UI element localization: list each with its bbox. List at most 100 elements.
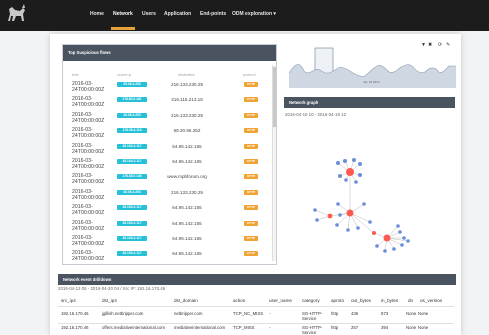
flow-protocol: HTTP bbox=[244, 97, 258, 103]
logo-icon[interactable] bbox=[5, 2, 27, 26]
flow-protocol: HTTP bbox=[244, 143, 258, 149]
flow-time-line: 24T00:00:00Z bbox=[72, 241, 105, 247]
flow-source-ip[interactable]: 45.104.2.117 bbox=[117, 251, 147, 257]
flow-time: 2016-03- 24T00:00:00Z bbox=[72, 143, 104, 155]
flow-source-ip[interactable]: 178.38.4.116 bbox=[117, 128, 147, 134]
flow-protocol: HTTP bbox=[244, 236, 258, 241]
flow-source-ip[interactable]: 45.104.2.117 bbox=[117, 159, 147, 164]
dd-action: TCP_MISS bbox=[233, 325, 255, 330]
nav-home[interactable]: Home bbox=[90, 11, 104, 17]
flow-destination: 69.20.56.252 bbox=[173, 128, 201, 134]
dd-user-name: - bbox=[269, 325, 271, 330]
dd-col-src-ip4[interactable]: src_ip4 bbox=[61, 298, 76, 303]
dd-dst-ip4: jgillish.netbripper.com bbox=[102, 311, 144, 316]
flow-source-ip[interactable]: 178.38.0.146 bbox=[117, 174, 147, 180]
timeline-tick-label: Jan 18 2016 bbox=[363, 80, 380, 84]
flow-time-line: 24T00:00:00Z bbox=[72, 256, 105, 263]
top-nav: Home Network Users Application End-point… bbox=[0, 0, 489, 31]
dd-dn: None bbox=[406, 325, 417, 330]
col-source-ip: source ip bbox=[117, 73, 132, 77]
dd-out-bytes: 257 bbox=[351, 325, 359, 330]
flow-destination: 64.95.142.165 bbox=[172, 251, 202, 257]
graph-date-range: 2016-04-10 10 - 2016-04-19 12 bbox=[285, 112, 347, 117]
flow-time-line: 24T00:00:00Z bbox=[72, 133, 105, 140]
nav-application[interactable]: Application bbox=[164, 11, 191, 17]
flow-source-ip[interactable]: 45.36.4.253 bbox=[117, 112, 147, 118]
flow-time-line: 24T00:00:00Z bbox=[72, 225, 105, 232]
dd-src-ip4: 192.16.170.46 bbox=[61, 311, 89, 316]
flow-time-line: 24T00:00:00Z bbox=[72, 87, 105, 93]
dd-user-name: - bbox=[269, 311, 271, 316]
dd-col-dn[interactable]: dn bbox=[408, 298, 413, 303]
dd-src-ip4: 192.16.170.46 bbox=[61, 325, 89, 330]
drilldown-subtitle: 2016-04-13 05 - 2016-04-20 04 / Src IP: … bbox=[58, 286, 166, 291]
flow-destination: 216.133.230.29 bbox=[171, 82, 203, 87]
dd-dst-ip4: offers.mediativeinternational.com bbox=[102, 325, 165, 330]
flows-scrollbar[interactable] bbox=[272, 65, 276, 261]
flow-source-ip[interactable]: 45.104.2.117 bbox=[117, 220, 147, 226]
flow-source-ip[interactable]: 45.104.2.117 bbox=[117, 236, 147, 241]
flow-protocol: HTTP bbox=[244, 174, 258, 180]
flow-time-line: 24T00:00:00Z bbox=[72, 210, 105, 217]
dd-col-user-name[interactable]: user_name bbox=[269, 298, 292, 303]
flow-time-line: 24T00:00:00Z bbox=[72, 164, 105, 170]
flow-destination: 216.133.230.29 bbox=[171, 112, 203, 118]
timeline-chart[interactable]: Jan 18 2016 bbox=[289, 46, 456, 88]
dd-in-bytes: 394 bbox=[381, 325, 389, 330]
flow-protocol: HTTP bbox=[244, 220, 258, 226]
dd-in-bytes: 573 bbox=[381, 311, 389, 316]
flow-source-ip[interactable]: 45.36.4.253 bbox=[117, 189, 147, 195]
active-tab-indicator bbox=[111, 27, 135, 30]
dd-aproto: http bbox=[331, 311, 339, 316]
flow-protocol: HTTP bbox=[244, 112, 258, 118]
flow-time: 2016-03- 24T00:00:00Z bbox=[72, 127, 104, 139]
flow-source-ip[interactable]: 45.36.4.253 bbox=[117, 82, 147, 87]
nav-odm-exploration[interactable]: ODM exploration ▾ bbox=[232, 11, 276, 17]
flow-time: 2016-03- 24T00:00:00Z bbox=[72, 204, 104, 216]
flow-destination: 64.95.142.165 bbox=[172, 236, 202, 241]
flow-time-line: 24T00:00:00Z bbox=[72, 117, 105, 124]
dd-col-category[interactable]: category bbox=[302, 298, 320, 303]
flow-destination: 64.95.142.165 bbox=[172, 159, 202, 164]
flow-source-ip[interactable]: 178.80.0.161 bbox=[117, 97, 147, 103]
dd-category: SG-HTTP- Service bbox=[302, 325, 323, 335]
dd-out-bytes: 436 bbox=[351, 311, 359, 316]
dd-row-divider bbox=[58, 323, 454, 324]
dd-col-action[interactable]: action bbox=[233, 298, 245, 303]
dd-action: TCP_NC_MISS bbox=[233, 311, 264, 316]
flows-title: Top Suspicious flows bbox=[63, 45, 276, 61]
flow-time-line: 24T00:00:00Z bbox=[72, 148, 105, 155]
flow-destination: 64.95.142.165 bbox=[172, 205, 202, 211]
flow-time: 2016-03- 24T00:00:00Z bbox=[72, 96, 104, 108]
flow-protocol: HTTP bbox=[244, 251, 258, 257]
nav-end-points[interactable]: End-points bbox=[200, 11, 226, 17]
flow-destination: www.mpbforum.org bbox=[167, 174, 207, 180]
dd-col-aproto[interactable]: aproto bbox=[331, 298, 344, 303]
chevron-down-icon: ▾ bbox=[273, 11, 276, 17]
nav-users[interactable]: Users bbox=[142, 11, 156, 17]
dd-dst-domain: mediativeinternational.com bbox=[174, 325, 226, 330]
flow-protocol: HTTP bbox=[244, 189, 258, 195]
nav-odm-label: ODM exploration bbox=[232, 11, 273, 17]
flow-source-ip[interactable]: 45.104.2.117 bbox=[117, 205, 147, 211]
dd-header-divider bbox=[58, 306, 454, 307]
network-graph[interactable] bbox=[290, 128, 425, 263]
flow-protocol: HTTP bbox=[244, 205, 258, 211]
flow-time-line: 24T00:00:00Z bbox=[72, 179, 105, 186]
dd-col-os-version[interactable]: os_version bbox=[420, 298, 442, 303]
flow-time: 2016-03- 24T00:00:00Z bbox=[72, 235, 104, 247]
dd-col-dst-ip4[interactable]: dst_ip4 bbox=[102, 298, 117, 303]
dd-aproto: http bbox=[331, 325, 339, 330]
dd-col-dst-domain[interactable]: dst_domain bbox=[174, 298, 198, 303]
nav-network[interactable]: Network bbox=[113, 11, 133, 17]
scroll-thumb[interactable] bbox=[273, 67, 276, 127]
dd-os-version: None bbox=[418, 311, 429, 316]
dd-col-out-bytes[interactable]: out_bytes bbox=[351, 298, 371, 303]
flow-time: 2016-03- 24T00:00:00Z bbox=[72, 189, 104, 201]
flow-time: 2016-03- 24T00:00:00Z bbox=[72, 220, 104, 232]
flow-protocol: HTTP bbox=[244, 128, 258, 134]
dd-col-in-bytes[interactable]: in_bytes bbox=[381, 298, 398, 303]
flow-time-line: 24T00:00:00Z bbox=[72, 194, 105, 201]
flow-time: 2016-03- 24T00:00:00Z bbox=[72, 173, 104, 185]
flow-source-ip[interactable]: 45.104.2.117 bbox=[117, 143, 147, 149]
